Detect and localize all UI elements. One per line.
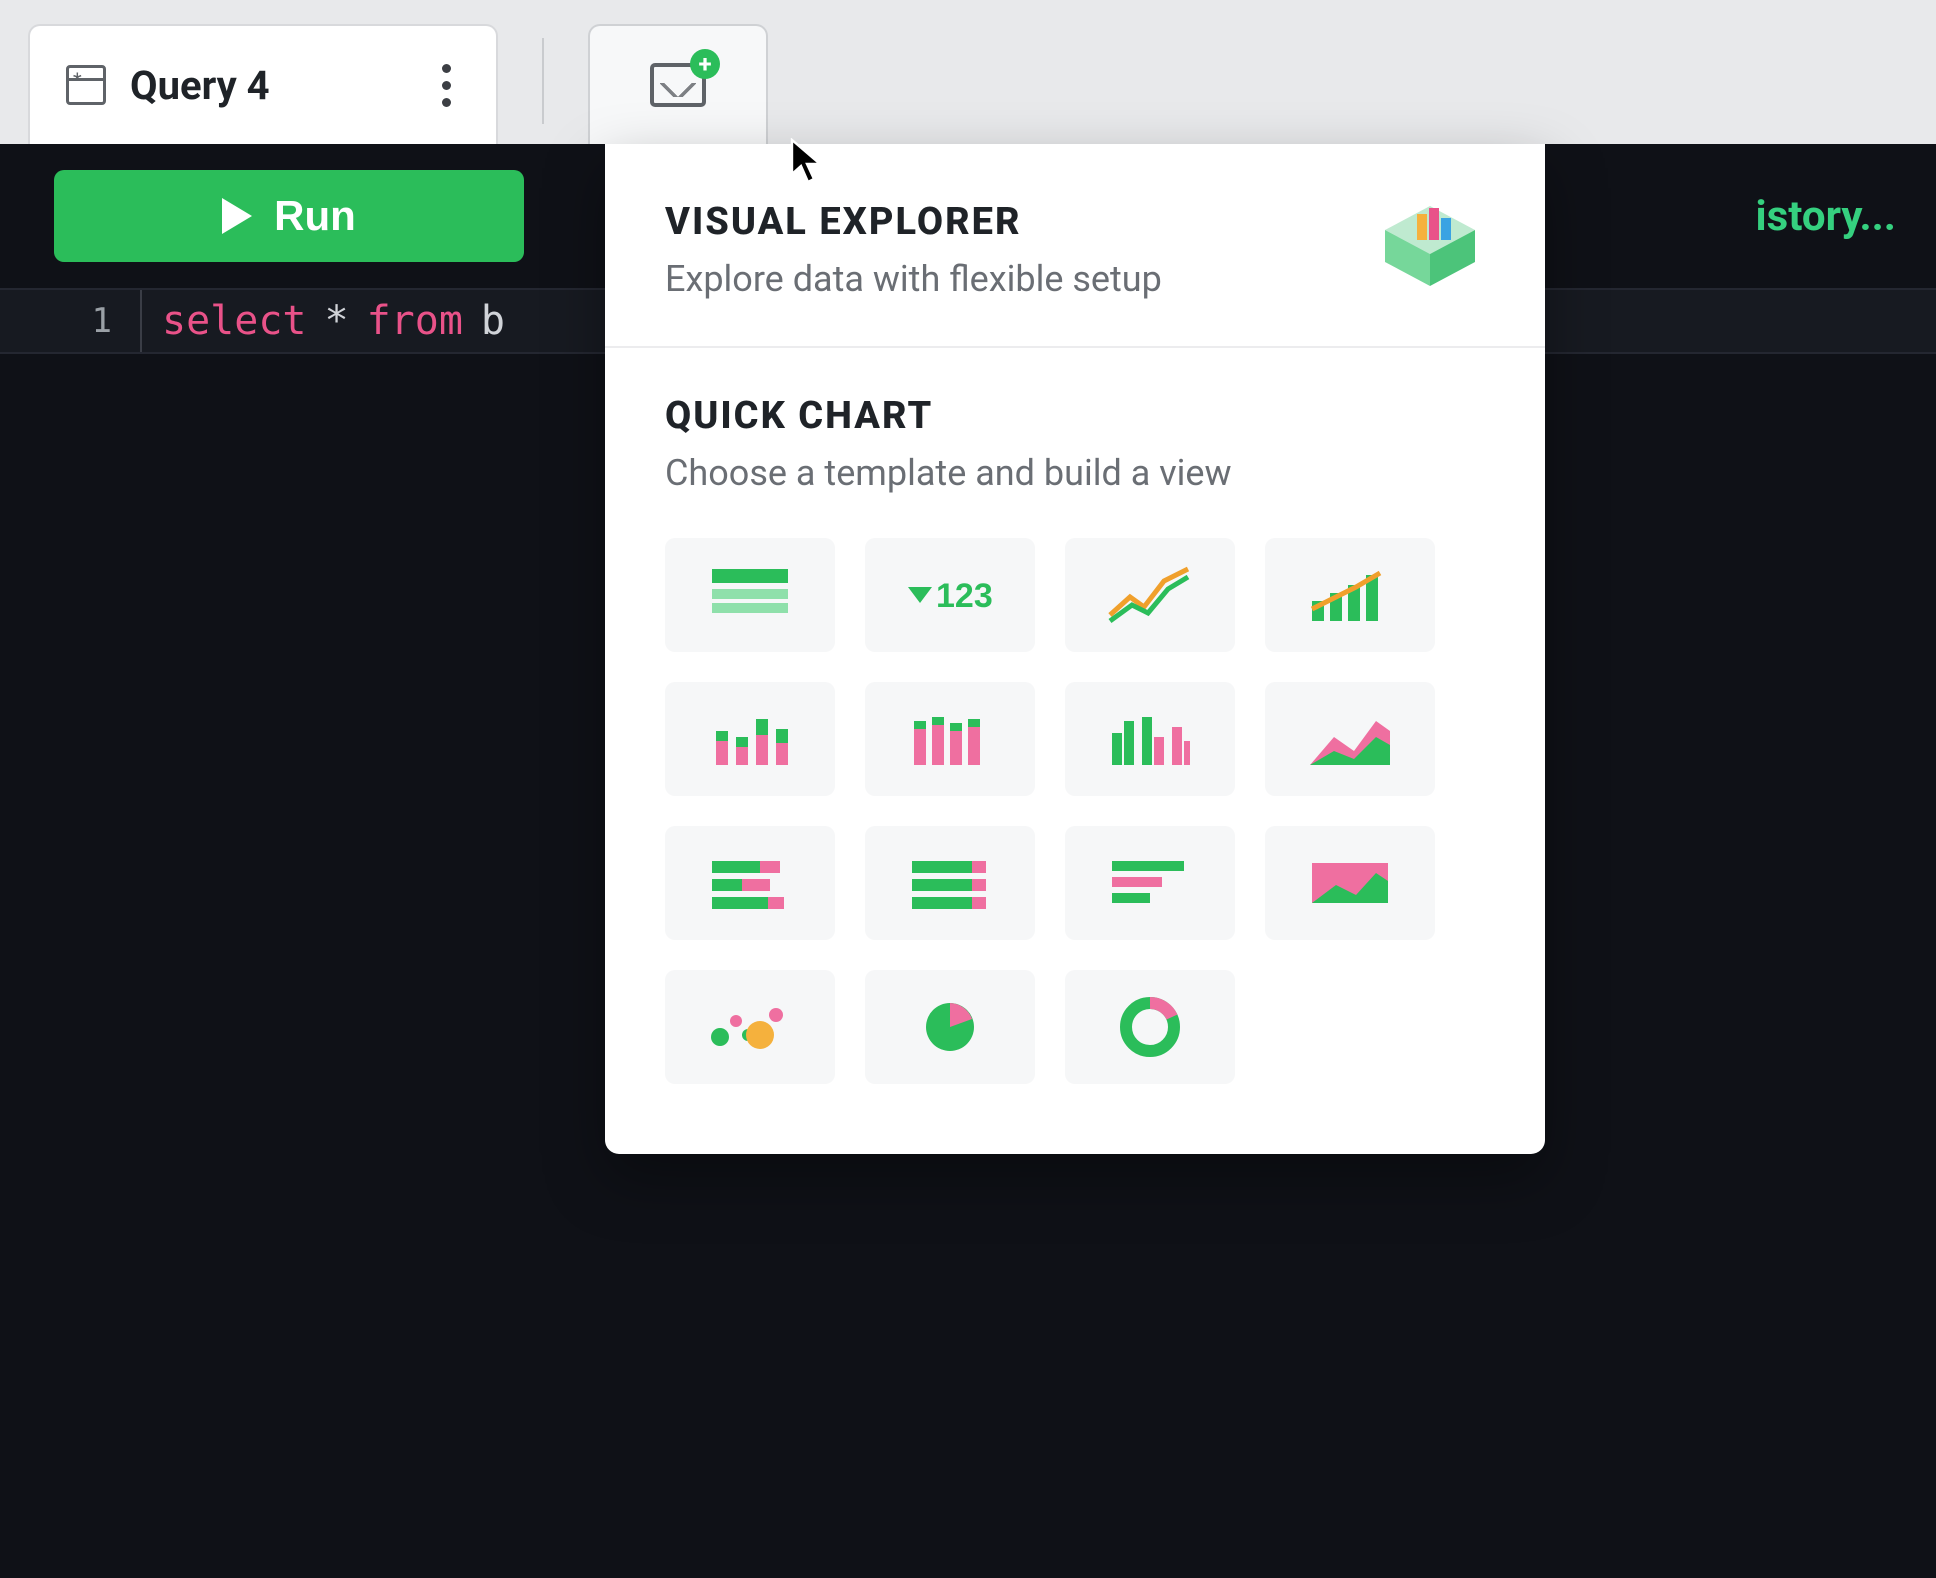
- tab-more-button[interactable]: [426, 55, 466, 115]
- cursor-icon: [790, 138, 830, 186]
- chart-type-column-clustered[interactable]: [1065, 682, 1235, 796]
- query-tab-label: Query 4: [130, 62, 402, 109]
- run-button-label: Run: [274, 192, 356, 240]
- chart-type-big-number[interactable]: 123: [865, 538, 1035, 652]
- chart-type-donut[interactable]: [1065, 970, 1235, 1084]
- chart-type-column-grouped[interactable]: [865, 682, 1035, 796]
- code-text: select * from b: [140, 290, 505, 352]
- quick-chart-title: QUICK CHART: [665, 394, 1485, 438]
- tab-divider: [542, 38, 544, 124]
- keyword-select: select: [162, 298, 307, 344]
- chart-type-bar-line[interactable]: [1265, 538, 1435, 652]
- quick-chart-section: QUICK CHART Choose a template and build …: [605, 346, 1545, 1154]
- tab-bar: Query 4 +: [0, 0, 1936, 144]
- chart-type-horizontal-bar-b[interactable]: [865, 826, 1035, 940]
- chart-type-pie[interactable]: [865, 970, 1035, 1084]
- history-link[interactable]: istory...: [1756, 192, 1896, 241]
- chart-type-table[interactable]: [665, 538, 835, 652]
- line-number: 1: [0, 301, 140, 341]
- svg-text:123: 123: [936, 577, 993, 615]
- query-tab[interactable]: Query 4: [28, 24, 498, 144]
- visual-explorer-subtitle: Explore data with flexible setup: [665, 258, 1162, 300]
- plus-badge-icon: +: [690, 49, 720, 79]
- token-rest: b: [481, 298, 505, 344]
- add-visualization-button[interactable]: +: [588, 24, 768, 144]
- keyword-from: from: [367, 298, 463, 344]
- visualization-dropdown: VISUAL EXPLORER Explore data with flexib…: [605, 144, 1545, 1154]
- chart-type-horizontal-bar-a[interactable]: [665, 826, 835, 940]
- chart-type-line[interactable]: [1065, 538, 1235, 652]
- chart-type-area[interactable]: [1265, 682, 1435, 796]
- visual-explorer-icon: [1375, 200, 1485, 290]
- quick-chart-grid: 123: [665, 538, 1485, 1084]
- play-icon: [222, 198, 252, 234]
- chart-type-combo-area[interactable]: [1265, 826, 1435, 940]
- chart-type-horizontal-bar-c[interactable]: [1065, 826, 1235, 940]
- token-star: *: [325, 298, 349, 344]
- quick-chart-subtitle: Choose a template and build a view: [665, 452, 1485, 494]
- visual-explorer-section[interactable]: VISUAL EXPLORER Explore data with flexib…: [605, 144, 1545, 346]
- visual-explorer-title: VISUAL EXPLORER: [665, 200, 1162, 244]
- run-button[interactable]: Run: [54, 170, 524, 262]
- chart-type-scatter[interactable]: [665, 970, 835, 1084]
- chart-type-column-stacked[interactable]: [665, 682, 835, 796]
- sql-icon: [66, 65, 106, 105]
